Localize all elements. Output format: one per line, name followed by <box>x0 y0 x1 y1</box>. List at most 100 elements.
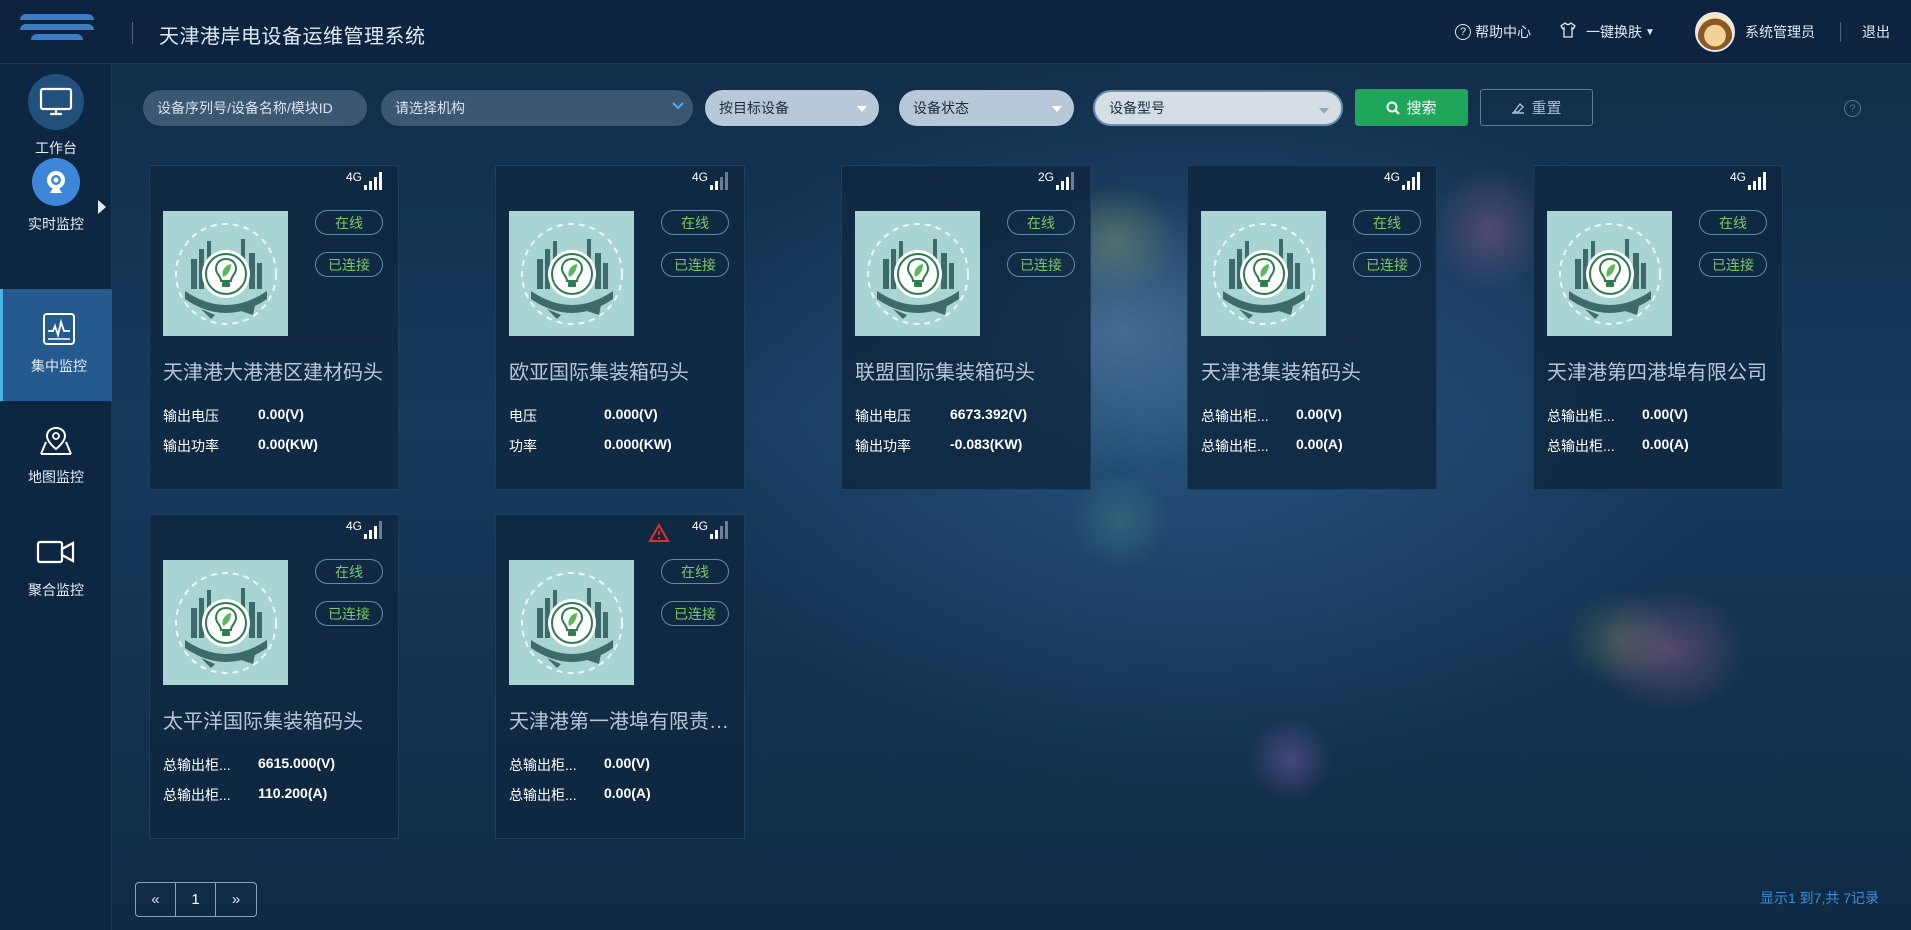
search-button[interactable]: 搜索 <box>1355 89 1468 126</box>
signal-bar <box>364 185 367 190</box>
metric-value: 0.00(KW) <box>258 436 318 452</box>
device-card[interactable]: 4G 在线 已连接 太平洋国际集装箱码头 总输出柜... 6615.000(V)… <box>149 514 399 839</box>
sidebar-item-central[interactable]: 集中监控 <box>0 289 112 401</box>
sidebar-item-label: 聚合监控 <box>28 582 84 598</box>
device-name[interactable]: 天津港大港港区建材码头 <box>163 356 393 385</box>
pagination: « 1 » <box>135 882 257 917</box>
signal-bar <box>1758 177 1761 190</box>
signal-bar <box>379 172 382 190</box>
logout-link[interactable]: 退出 <box>1862 0 1890 64</box>
help-center-link[interactable]: ? 帮助中心 <box>1455 0 1531 64</box>
metric-row: 输出功率 -0.083(KW) <box>855 436 1022 456</box>
metric-value: 0.00(A) <box>604 785 651 801</box>
signal-bar <box>374 526 377 539</box>
signal-bar <box>1748 185 1751 190</box>
monitor-icon <box>28 74 84 130</box>
network-type: 4G <box>345 170 362 184</box>
signal-bar <box>715 530 718 539</box>
metric-row: 总输出柜... 0.00(A) <box>1547 436 1689 456</box>
device-name[interactable]: 联盟国际集装箱码头 <box>855 356 1085 385</box>
sidebar: 工作台 实时监控 集中监控 地图监控 聚合监控 <box>0 64 112 930</box>
device-thumbnail <box>163 560 288 685</box>
online-status-badge: 在线 <box>1353 210 1421 235</box>
prev-page-button[interactable]: « <box>136 883 176 916</box>
map-pin-icon <box>36 421 76 461</box>
signal-bar <box>1417 172 1420 190</box>
device-card[interactable]: 2G 在线 已连接 联盟国际集装箱码头 输出电压 6673.392(V) 输出功… <box>841 165 1091 490</box>
question-icon: ? <box>1455 24 1471 40</box>
device-status-select[interactable]: 设备状态 <box>899 90 1074 126</box>
signal-bar <box>715 181 718 190</box>
signal-icon: 4G <box>346 170 382 190</box>
online-status-badge: 在线 <box>315 559 383 584</box>
device-model-select[interactable]: 设备型号 <box>1093 90 1343 126</box>
device-thumbnail <box>509 211 634 336</box>
header-divider <box>1840 22 1841 42</box>
device-card[interactable]: 4G 在线 已连接 天津港大港港区建材码头 输出电压 0.00(V) 输出功率 … <box>149 165 399 490</box>
device-status-value: 设备状态 <box>913 100 969 116</box>
metric-value: 0.00(V) <box>1642 406 1688 422</box>
signal-icon: 4G <box>692 519 728 539</box>
online-status-badge: 在线 <box>1007 210 1075 235</box>
network-type: 4G <box>1729 170 1746 184</box>
eraser-icon <box>1511 102 1525 114</box>
device-name[interactable]: 太平洋国际集装箱码头 <box>163 705 393 734</box>
network-type: 4G <box>691 170 708 184</box>
device-card[interactable]: 4G 在线 已连接 天津港集装箱码头 总输出柜... 0.00(V) 总输出柜.… <box>1187 165 1437 490</box>
connection-status-badge: 已连接 <box>315 601 383 626</box>
metric-row: 总输出柜... 0.00(A) <box>509 785 651 805</box>
metric-row: 输出电压 0.00(V) <box>163 406 304 426</box>
metric-value: 6615.000(V) <box>258 755 336 771</box>
page-1-button[interactable]: 1 <box>176 883 216 916</box>
top-header: 天津港岸电设备运维管理系统 ? 帮助中心 一键换肤 ▼ 系统管理员 退出 <box>0 0 1911 64</box>
organization-select[interactable]: 请选择机构 <box>381 90 693 126</box>
device-card[interactable]: 4G 在线 已连接 天津港第一港埠有限责任公司 总输出柜... 0.00(V) … <box>495 514 745 839</box>
online-status-badge: 在线 <box>1699 210 1767 235</box>
user-menu[interactable]: 系统管理员 <box>1695 0 1815 64</box>
reset-button[interactable]: 重置 <box>1480 89 1593 126</box>
signal-bar <box>1412 177 1415 190</box>
search-input[interactable]: 设备序列号/设备名称/模块ID <box>143 90 367 126</box>
signal-bars <box>710 170 728 190</box>
signal-bar <box>725 521 728 539</box>
skin-switch-dropdown[interactable]: 一键换肤 ▼ <box>1560 0 1655 64</box>
device-card[interactable]: 4G 在线 已连接 欧亚国际集装箱码头 电压 0.000(V) 功率 0.000… <box>495 165 745 490</box>
sidebar-item-aggregate[interactable]: 聚合监控 <box>0 514 112 626</box>
connection-status-badge: 已连接 <box>1007 252 1075 277</box>
device-card[interactable]: 4G 在线 已连接 天津港第四港埠有限公司 总输出柜... 0.00(V) 总输… <box>1533 165 1783 490</box>
metric-row: 功率 0.000(KW) <box>509 436 672 456</box>
page-info: 显示1 到7,共 7记录 <box>1760 890 1880 906</box>
device-name[interactable]: 天津港第一港埠有限责任公司 <box>509 705 739 734</box>
target-device-select[interactable]: 按目标设备 <box>705 90 879 126</box>
signal-bar <box>364 534 367 539</box>
device-thumbnail <box>1201 211 1326 336</box>
network-type: 4G <box>1383 170 1400 184</box>
webcam-icon <box>32 158 80 206</box>
chevron-right-icon[interactable] <box>98 200 106 214</box>
online-status-badge: 在线 <box>315 210 383 235</box>
device-name[interactable]: 欧亚国际集装箱码头 <box>509 356 739 385</box>
next-page-button[interactable]: » <box>216 883 256 916</box>
metric-label: 电压 <box>509 408 537 424</box>
connection-status-badge: 已连接 <box>661 601 729 626</box>
help-label: 帮助中心 <box>1475 24 1531 40</box>
signal-bars <box>364 519 382 539</box>
signal-bar <box>374 177 377 190</box>
device-name[interactable]: 天津港集装箱码头 <box>1201 356 1431 385</box>
metric-row: 总输出柜... 6615.000(V) <box>163 755 335 775</box>
sidebar-item-map[interactable]: 地图监控 <box>0 401 112 513</box>
avatar <box>1695 12 1735 52</box>
target-device-value: 按目标设备 <box>719 100 789 116</box>
caret-down-icon: ▼ <box>1645 26 1655 38</box>
metric-row: 电压 0.000(V) <box>509 406 658 426</box>
sidebar-item-realtime[interactable]: 实时监控 <box>0 152 112 264</box>
metric-label: 功率 <box>509 438 537 454</box>
shirt-icon <box>1560 21 1576 43</box>
device-name[interactable]: 天津港第四港埠有限公司 <box>1547 356 1777 385</box>
question-icon[interactable]: ? <box>1844 100 1861 117</box>
metric-row: 总输出柜... 110.200(A) <box>163 785 327 805</box>
signal-bars <box>1056 170 1074 190</box>
device-model-value: 设备型号 <box>1109 100 1165 116</box>
metric-value: 0.00(V) <box>1296 406 1342 422</box>
metric-row: 总输出柜... 0.00(V) <box>1547 406 1688 426</box>
